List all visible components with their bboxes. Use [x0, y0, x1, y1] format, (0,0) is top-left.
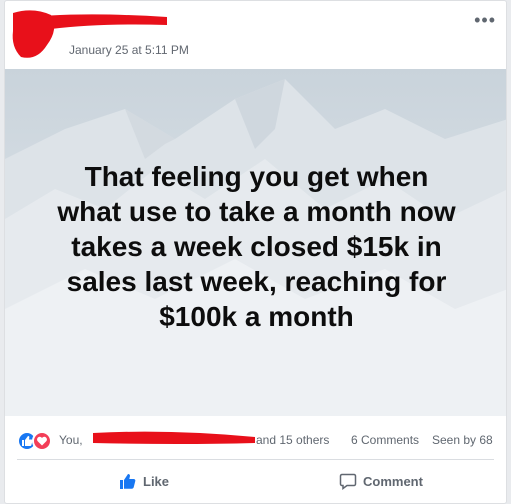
love-reaction-icon[interactable] [32, 431, 52, 451]
reactors-others-label[interactable]: and 15 others [256, 433, 329, 447]
comment-button[interactable]: Comment [339, 467, 423, 495]
post-timestamp[interactable]: January 25 at 5:11 PM [69, 43, 189, 57]
more-options-icon[interactable]: ••• [474, 11, 496, 29]
reactors-you-label[interactable]: You, [59, 433, 83, 447]
thumbs-up-icon [120, 474, 136, 489]
post-image-text: That feeling you get when what use to ta… [57, 161, 456, 332]
redacted-reactor-names [93, 431, 255, 444]
post-card: January 25 at 5:11 PM ••• That feeling y… [4, 0, 507, 504]
like-button[interactable]: Like [119, 467, 169, 495]
redacted-author-name [15, 14, 167, 31]
comment-bubble-icon [339, 473, 357, 490]
comment-button-label: Comment [363, 473, 423, 489]
actions-divider [17, 459, 494, 460]
reactions-bar: You, and 15 others 6 Comments Seen by 68 [5, 421, 506, 457]
comments-count[interactable]: 6 Comments [351, 433, 419, 447]
like-button-label: Like [143, 473, 170, 489]
post-image[interactable]: That feeling you get when what use to ta… [5, 69, 506, 416]
seen-by-count[interactable]: Seen by 68 [432, 433, 493, 447]
